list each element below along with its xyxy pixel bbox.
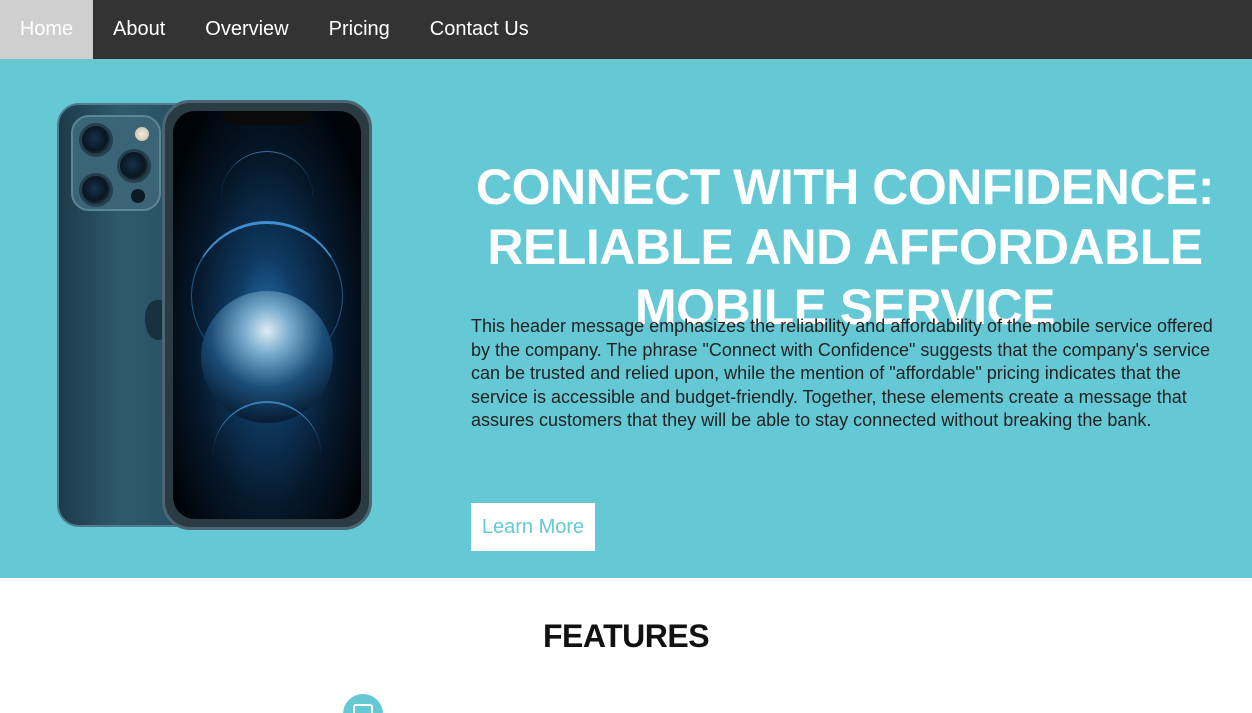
camera-lens-icon <box>79 123 113 157</box>
chat-glyph <box>353 704 373 713</box>
lidar-sensor-icon <box>131 189 145 203</box>
phone-front <box>162 100 372 530</box>
wallpaper-arc <box>213 401 321 509</box>
learn-more-button[interactable]: Learn More <box>471 503 595 551</box>
features-heading: FEATURES <box>542 618 710 654</box>
top-navigation: Home About Overview Pricing Contact Us <box>0 0 1252 59</box>
camera-lens-icon <box>79 173 113 207</box>
camera-lens-icon <box>117 149 151 183</box>
flash-icon <box>135 127 149 141</box>
phone-screen <box>173 111 361 519</box>
nav-item-overview[interactable]: Overview <box>185 0 308 59</box>
chat-icon <box>343 694 383 713</box>
nav-item-pricing[interactable]: Pricing <box>309 0 410 59</box>
phone-notch <box>223 111 311 125</box>
nav-item-contact-us[interactable]: Contact Us <box>410 0 549 59</box>
nav-item-home[interactable]: Home <box>0 0 93 59</box>
camera-module <box>71 115 161 211</box>
hero-description: This header message emphasizes the relia… <box>471 316 1213 430</box>
hero-title: CONNECT WITH CONFIDENCE: RELIABLE AND AF… <box>476 159 1214 335</box>
phone-image <box>52 97 378 533</box>
hero-section: CONNECT WITH CONFIDENCE: RELIABLE AND AF… <box>0 59 1252 578</box>
nav-item-about[interactable]: About <box>93 0 185 59</box>
